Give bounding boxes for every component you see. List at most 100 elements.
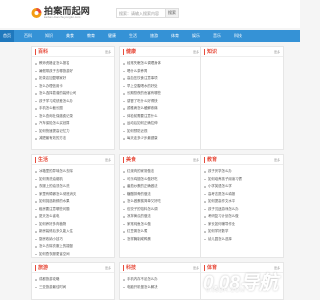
list-item[interactable]: 如何学好数学 (204, 228, 280, 236)
article-list: 红烧肉的家常做法 可乐鸡翅怎么做好吃 番茄炒蛋的正确做法 糖醋排骨的做法 怎么做… (120, 165, 202, 243)
list-item[interactable]: 电脑开机慢怎么解决 (123, 284, 199, 292)
list-item[interactable]: 番茄炒蛋的正确做法 (123, 183, 199, 191)
list-item[interactable]: 如何提高作文水平 (204, 198, 280, 206)
list-item[interactable]: 三亚旅游最佳时间 (35, 284, 111, 292)
list-item[interactable]: 感冒了吃什么好得快 (123, 98, 199, 106)
panel-title[interactable]: 生活 (35, 157, 48, 163)
list-item[interactable]: 经常失眠怎么调理身体 (123, 60, 199, 68)
list-item[interactable]: 汽车保险怎么买划算 (35, 120, 111, 128)
list-item[interactable]: 手机内存不足怎么办 (123, 276, 199, 284)
nav-item[interactable]: 旅游 (147, 30, 161, 42)
list-item[interactable]: 颈椎病怎么缓解疼痛 (123, 105, 199, 113)
watermark-url: 0.08DH.COM (206, 288, 246, 294)
panel-title[interactable]: 科技 (123, 265, 136, 271)
panel-meishi: 美食 更多 红烧肉的家常做法 可乐鸡翅怎么做好吃 番茄炒蛋的正确做法 糖醋排骨的… (119, 154, 203, 258)
list-item[interactable]: 冰箱里的异味怎么去除 (35, 168, 111, 176)
list-item[interactable]: 怎样腌制咸鸭蛋 (123, 236, 199, 244)
nav-item[interactable]: 娱乐 (189, 30, 203, 42)
list-item[interactable]: 租房要注意哪些问题 (35, 206, 111, 214)
nav-item[interactable]: 知识 (42, 30, 56, 42)
list-item[interactable]: 红豆粥怎么煮 (123, 228, 199, 236)
more-link[interactable]: 更多 (105, 158, 111, 162)
search-button[interactable]: 搜索 (165, 8, 179, 18)
more-link[interactable]: 更多 (193, 50, 199, 54)
site-domain: kaiban.dianchuyongtui.com (44, 15, 81, 19)
nav-item[interactable]: 健康 (105, 30, 119, 42)
list-item[interactable]: 怎么选择靠谱的装修公司 (35, 90, 111, 98)
nav-item[interactable]: 教育 (84, 30, 98, 42)
list-item[interactable]: 厨房收纳小技巧 (35, 236, 111, 244)
list-item[interactable]: 暑假带孩子去哪旅游好 (35, 68, 111, 76)
list-item[interactable]: 夏天怎么省电 (35, 213, 111, 221)
panel-keji: 科技 更多 手机内存不足怎么办 电脑开机慢怎么解决 (119, 262, 203, 300)
panel-title[interactable]: 美食 (123, 157, 136, 163)
logo-icon[interactable] (31, 6, 42, 20)
list-item[interactable]: 喝什么茶养胃 (123, 68, 199, 76)
panel-title[interactable]: 旅游 (35, 265, 48, 271)
panel-title[interactable]: 教育 (204, 157, 217, 163)
list-item[interactable]: 孩子沉迷游戏怎么办 (204, 206, 280, 214)
list-item[interactable]: 长期熬夜的危害有哪些 (123, 90, 199, 98)
list-item[interactable]: 手机怎么截长图 (35, 105, 111, 113)
panel-zhishi: 知识 更多 (200, 46, 284, 150)
list-item[interactable]: 教师资格证怎么报名 (35, 60, 111, 68)
list-item[interactable]: 怎么去除衣服上的褶皱 (35, 243, 111, 251)
panel-title[interactable]: 知识 (204, 49, 217, 55)
list-item[interactable]: 衣服上的油渍怎么洗 (35, 183, 111, 191)
list-item[interactable]: 包饺子的馅料怎么调 (123, 206, 199, 214)
list-item[interactable]: 怎么查询社保缴费记录 (35, 113, 111, 121)
more-link[interactable]: 更多 (105, 266, 111, 270)
list-item[interactable]: 如何预防近视 (123, 128, 199, 136)
list-item[interactable]: 孩子学习成绩差怎么办 (35, 98, 111, 106)
nav-item[interactable]: 音乐 (210, 30, 224, 42)
panel-shenghuo: 生活 更多 冰箱里的异味怎么去除 如何清洗油烟机 衣服上的油渍怎么洗 家里有蟑螂… (31, 154, 115, 258)
nav-item[interactable]: 体育 (168, 30, 182, 42)
nav-item[interactable]: 生活 (126, 30, 140, 42)
more-link[interactable]: 更多 (105, 50, 111, 54)
list-item[interactable]: 体检前需要注意什么 (123, 113, 199, 121)
list-item[interactable]: 每天走多少步最健康 (123, 135, 199, 143)
list-item[interactable]: 奶茶店加盟哪家好 (35, 75, 111, 83)
list-item[interactable]: 考研复习计划怎么做 (204, 213, 280, 221)
list-item[interactable]: 如何培养孩子阅读习惯 (204, 176, 280, 184)
nav-item[interactable]: 科技 (231, 30, 245, 42)
more-link[interactable]: 更多 (274, 50, 280, 54)
list-item[interactable]: 家常炖鱼怎么做 (123, 221, 199, 229)
article-list: 成都旅游攻略 三亚旅游最佳时间 (32, 273, 114, 291)
search-input[interactable]: 搜索：请输入搜索内容 (116, 8, 166, 18)
list-item[interactable]: 运动后如何正确拉伸 (123, 120, 199, 128)
list-item[interactable]: 如何养好多肉植物 (35, 221, 111, 229)
list-item[interactable]: 成都旅游攻略 (35, 276, 111, 284)
list-item[interactable]: 如何挑选新鲜的水果 (35, 198, 111, 206)
list-item[interactable]: 凉拌黄瓜的做法 (123, 213, 199, 221)
list-item[interactable]: 怎么做蛋糕简单又好吃 (123, 198, 199, 206)
list-item[interactable]: 新房装修后多久能入住 (35, 228, 111, 236)
panel-title[interactable]: 健康 (123, 49, 136, 55)
list-item[interactable]: 高考志愿怎么填报 (204, 191, 280, 199)
list-item[interactable]: 糖醋排骨的做法 (123, 191, 199, 199)
list-item[interactable]: 家里有蟑螂怎么彻底消灭 (35, 191, 111, 199)
more-link[interactable]: 更多 (193, 266, 199, 270)
list-item[interactable]: 可乐鸡翅怎么做好吃 (123, 176, 199, 184)
panel-title[interactable]: 百科 (35, 49, 48, 55)
list-item[interactable]: 如何快速提高记忆力 (35, 128, 111, 136)
list-item[interactable]: 幼儿园怎么选择 (204, 236, 280, 244)
list-item[interactable]: 家长如何辅导作业 (204, 221, 280, 229)
list-item[interactable]: 孩子厌学怎么办 (204, 168, 280, 176)
list-item[interactable]: 减肥最有效的方法 (35, 135, 111, 143)
article-list: 教师资格证怎么报名 暑假带孩子去哪旅游好 奶茶店加盟哪家好 怎么办理信用卡 怎么… (32, 57, 114, 143)
list-item[interactable]: 红烧肉的家常做法 (123, 168, 199, 176)
nav-item[interactable]: 百科 (21, 30, 35, 42)
list-item[interactable]: 早上空腹喝水的好处 (123, 83, 199, 91)
more-link[interactable]: 更多 (274, 158, 280, 162)
panel-header: 健康 更多 (120, 47, 202, 57)
list-item[interactable]: 怎么办理信用卡 (35, 83, 111, 91)
panel-header: 科技 更多 (120, 263, 202, 273)
nav-item-home[interactable]: 首页 (0, 30, 14, 42)
list-item[interactable]: 如何清洗油烟机 (35, 176, 111, 184)
list-item[interactable]: 如何叠衣服更省空间 (35, 251, 111, 259)
nav-item[interactable]: 美食 (63, 30, 77, 42)
list-item[interactable]: 小学英语怎么学 (204, 183, 280, 191)
list-item[interactable]: 高血压饮食注意事项 (123, 75, 199, 83)
more-link[interactable]: 更多 (193, 158, 199, 162)
